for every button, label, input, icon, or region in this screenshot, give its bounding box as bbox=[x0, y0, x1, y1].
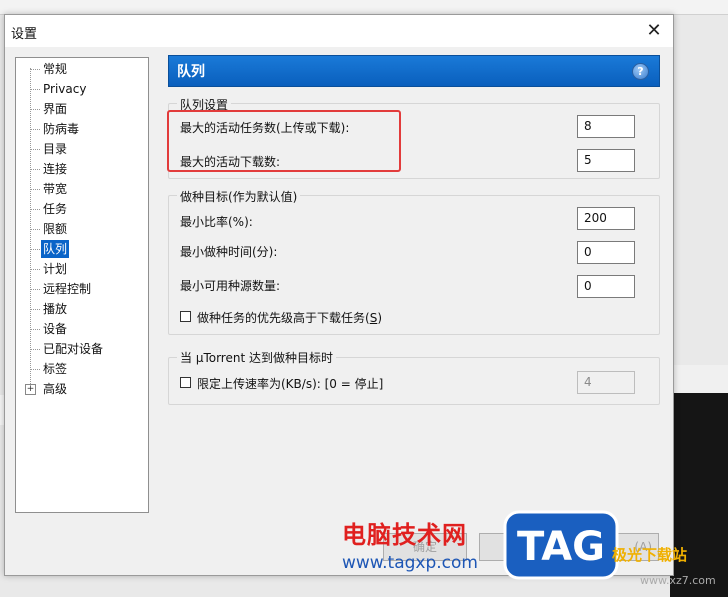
tree-item-label: 标签 bbox=[43, 362, 68, 376]
on-goal-label: 当 µTorrent 达到做种目标时 bbox=[177, 349, 336, 366]
tree-item-label: 播放 bbox=[43, 302, 68, 316]
tree-connector bbox=[30, 209, 40, 210]
tree-item-playback[interactable]: 播放 bbox=[16, 300, 148, 318]
watermark-right-url: www.xz7.com bbox=[640, 574, 716, 587]
tree-connector bbox=[30, 369, 40, 370]
watermark-site-name: 电脑技术网 bbox=[342, 521, 467, 549]
tree-item-scheduler[interactable]: 计划 bbox=[16, 260, 148, 278]
settings-tree[interactable]: 常规 Privacy 界面 防病毒 目录 连接 带宽 任务 限额 队列 计划 远… bbox=[15, 57, 149, 513]
tree-item-privacy[interactable]: Privacy bbox=[16, 80, 148, 98]
tree-connector bbox=[30, 249, 40, 250]
background-dark-panel bbox=[670, 393, 728, 597]
dialog-title: 设置 bbox=[11, 27, 38, 42]
close-icon[interactable]: ✕ bbox=[641, 19, 667, 43]
section-header: 队列 ? bbox=[168, 55, 660, 87]
min-seed-time-input[interactable]: 0 bbox=[577, 241, 635, 264]
tree-item-label: 远程控制 bbox=[43, 282, 92, 296]
tree-item-label: 队列 bbox=[41, 240, 70, 258]
max-active-downloads-input[interactable]: 5 bbox=[577, 149, 635, 172]
seed-priority-suffix: ) bbox=[377, 311, 382, 325]
min-ratio-label: 最小比率(%): bbox=[180, 215, 253, 229]
tree-item-label: 带宽 bbox=[43, 182, 68, 196]
tree-item-directories[interactable]: 目录 bbox=[16, 140, 148, 158]
tree-connector bbox=[30, 289, 40, 290]
min-seeds-input[interactable]: 0 bbox=[577, 275, 635, 298]
tree-item-label: 计划 bbox=[43, 262, 68, 276]
titlebar: 设置 ✕ bbox=[5, 15, 673, 47]
tag-logo: TAG bbox=[503, 510, 619, 580]
limit-upload-checkbox[interactable] bbox=[180, 377, 191, 388]
tree-item-general[interactable]: 常规 bbox=[16, 60, 148, 78]
tree-item-advanced[interactable]: + 高级 bbox=[16, 380, 148, 398]
tree-item-tasks[interactable]: 任务 bbox=[16, 200, 148, 218]
min-ratio-input[interactable]: 200 bbox=[577, 207, 635, 230]
tree-connector bbox=[30, 269, 40, 270]
tree-item-label: 限额 bbox=[43, 222, 68, 236]
tree-item-label: 已配对设备 bbox=[43, 342, 104, 356]
section-title: 队列 bbox=[177, 64, 205, 80]
limit-upload-input[interactable]: 4 bbox=[577, 371, 635, 394]
max-active-tasks-input[interactable]: 8 bbox=[577, 115, 635, 138]
watermark-right-text: 极光下载站 bbox=[612, 546, 688, 564]
background-panel bbox=[670, 365, 728, 394]
tree-item-remote[interactable]: 远程控制 bbox=[16, 280, 148, 298]
tree-item-antivirus[interactable]: 防病毒 bbox=[16, 120, 148, 138]
tree-item-interface[interactable]: 界面 bbox=[16, 100, 148, 118]
expand-plus-icon[interactable]: + bbox=[25, 384, 36, 395]
tree-item-devices[interactable]: 设备 bbox=[16, 320, 148, 338]
min-seeds-label: 最小可用种源数量: bbox=[180, 279, 281, 293]
tree-item-label: 防病毒 bbox=[43, 122, 80, 136]
tree-item-queue[interactable]: 队列 bbox=[16, 240, 148, 258]
tree-item-bandwidth[interactable]: 带宽 bbox=[16, 180, 148, 198]
tree-item-label: 常规 bbox=[43, 62, 68, 76]
tree-connector bbox=[30, 349, 40, 350]
tree-connector bbox=[30, 229, 40, 230]
tree-item-label: 界面 bbox=[43, 102, 68, 116]
tag-logo-text: TAG bbox=[517, 524, 605, 570]
seed-priority-label: 做种任务的优先级高于下载任务(S) bbox=[197, 309, 382, 326]
tree-item-label: 高级 bbox=[43, 382, 68, 396]
tree-item-label: 目录 bbox=[43, 142, 68, 156]
background-window-strip bbox=[0, 0, 728, 15]
seed-priority-checkbox[interactable] bbox=[180, 311, 191, 322]
tree-item-labels[interactable]: 标签 bbox=[16, 360, 148, 378]
tree-connector bbox=[30, 89, 40, 90]
annotation-highlight bbox=[167, 110, 401, 172]
tree-connector bbox=[30, 69, 40, 70]
tree-connector bbox=[30, 169, 40, 170]
tree-item-label: 连接 bbox=[43, 162, 68, 176]
tree-connector bbox=[30, 189, 40, 190]
watermark-url: www.tagxp.com bbox=[342, 553, 478, 573]
tree-connector bbox=[30, 149, 40, 150]
tree-item-paired-devices[interactable]: 已配对设备 bbox=[16, 340, 148, 358]
tree-connector bbox=[30, 309, 40, 310]
tree-item-connection[interactable]: 连接 bbox=[16, 160, 148, 178]
help-icon[interactable]: ? bbox=[632, 63, 649, 80]
tree-item-quota[interactable]: 限额 bbox=[16, 220, 148, 238]
limit-upload-label: 限定上传速率为(KB/s): [0 = 停止] bbox=[197, 377, 384, 391]
seed-priority-text: 做种任务的优先级高于下载任务( bbox=[197, 311, 370, 325]
settings-dialog: 设置 ✕ 常规 Privacy 界面 防病毒 目录 连接 带宽 任务 限额 队列… bbox=[4, 14, 674, 576]
seeding-goal-label: 做种目标(作为默认值) bbox=[177, 188, 301, 205]
tree-connector bbox=[30, 329, 40, 330]
tree-connector bbox=[30, 129, 40, 130]
tree-item-label: 设备 bbox=[43, 322, 68, 336]
tree-connector bbox=[30, 109, 40, 110]
tree-item-label: Privacy bbox=[43, 82, 87, 96]
tree-item-label: 任务 bbox=[43, 202, 68, 216]
min-seed-time-label: 最小做种时间(分): bbox=[180, 245, 278, 259]
